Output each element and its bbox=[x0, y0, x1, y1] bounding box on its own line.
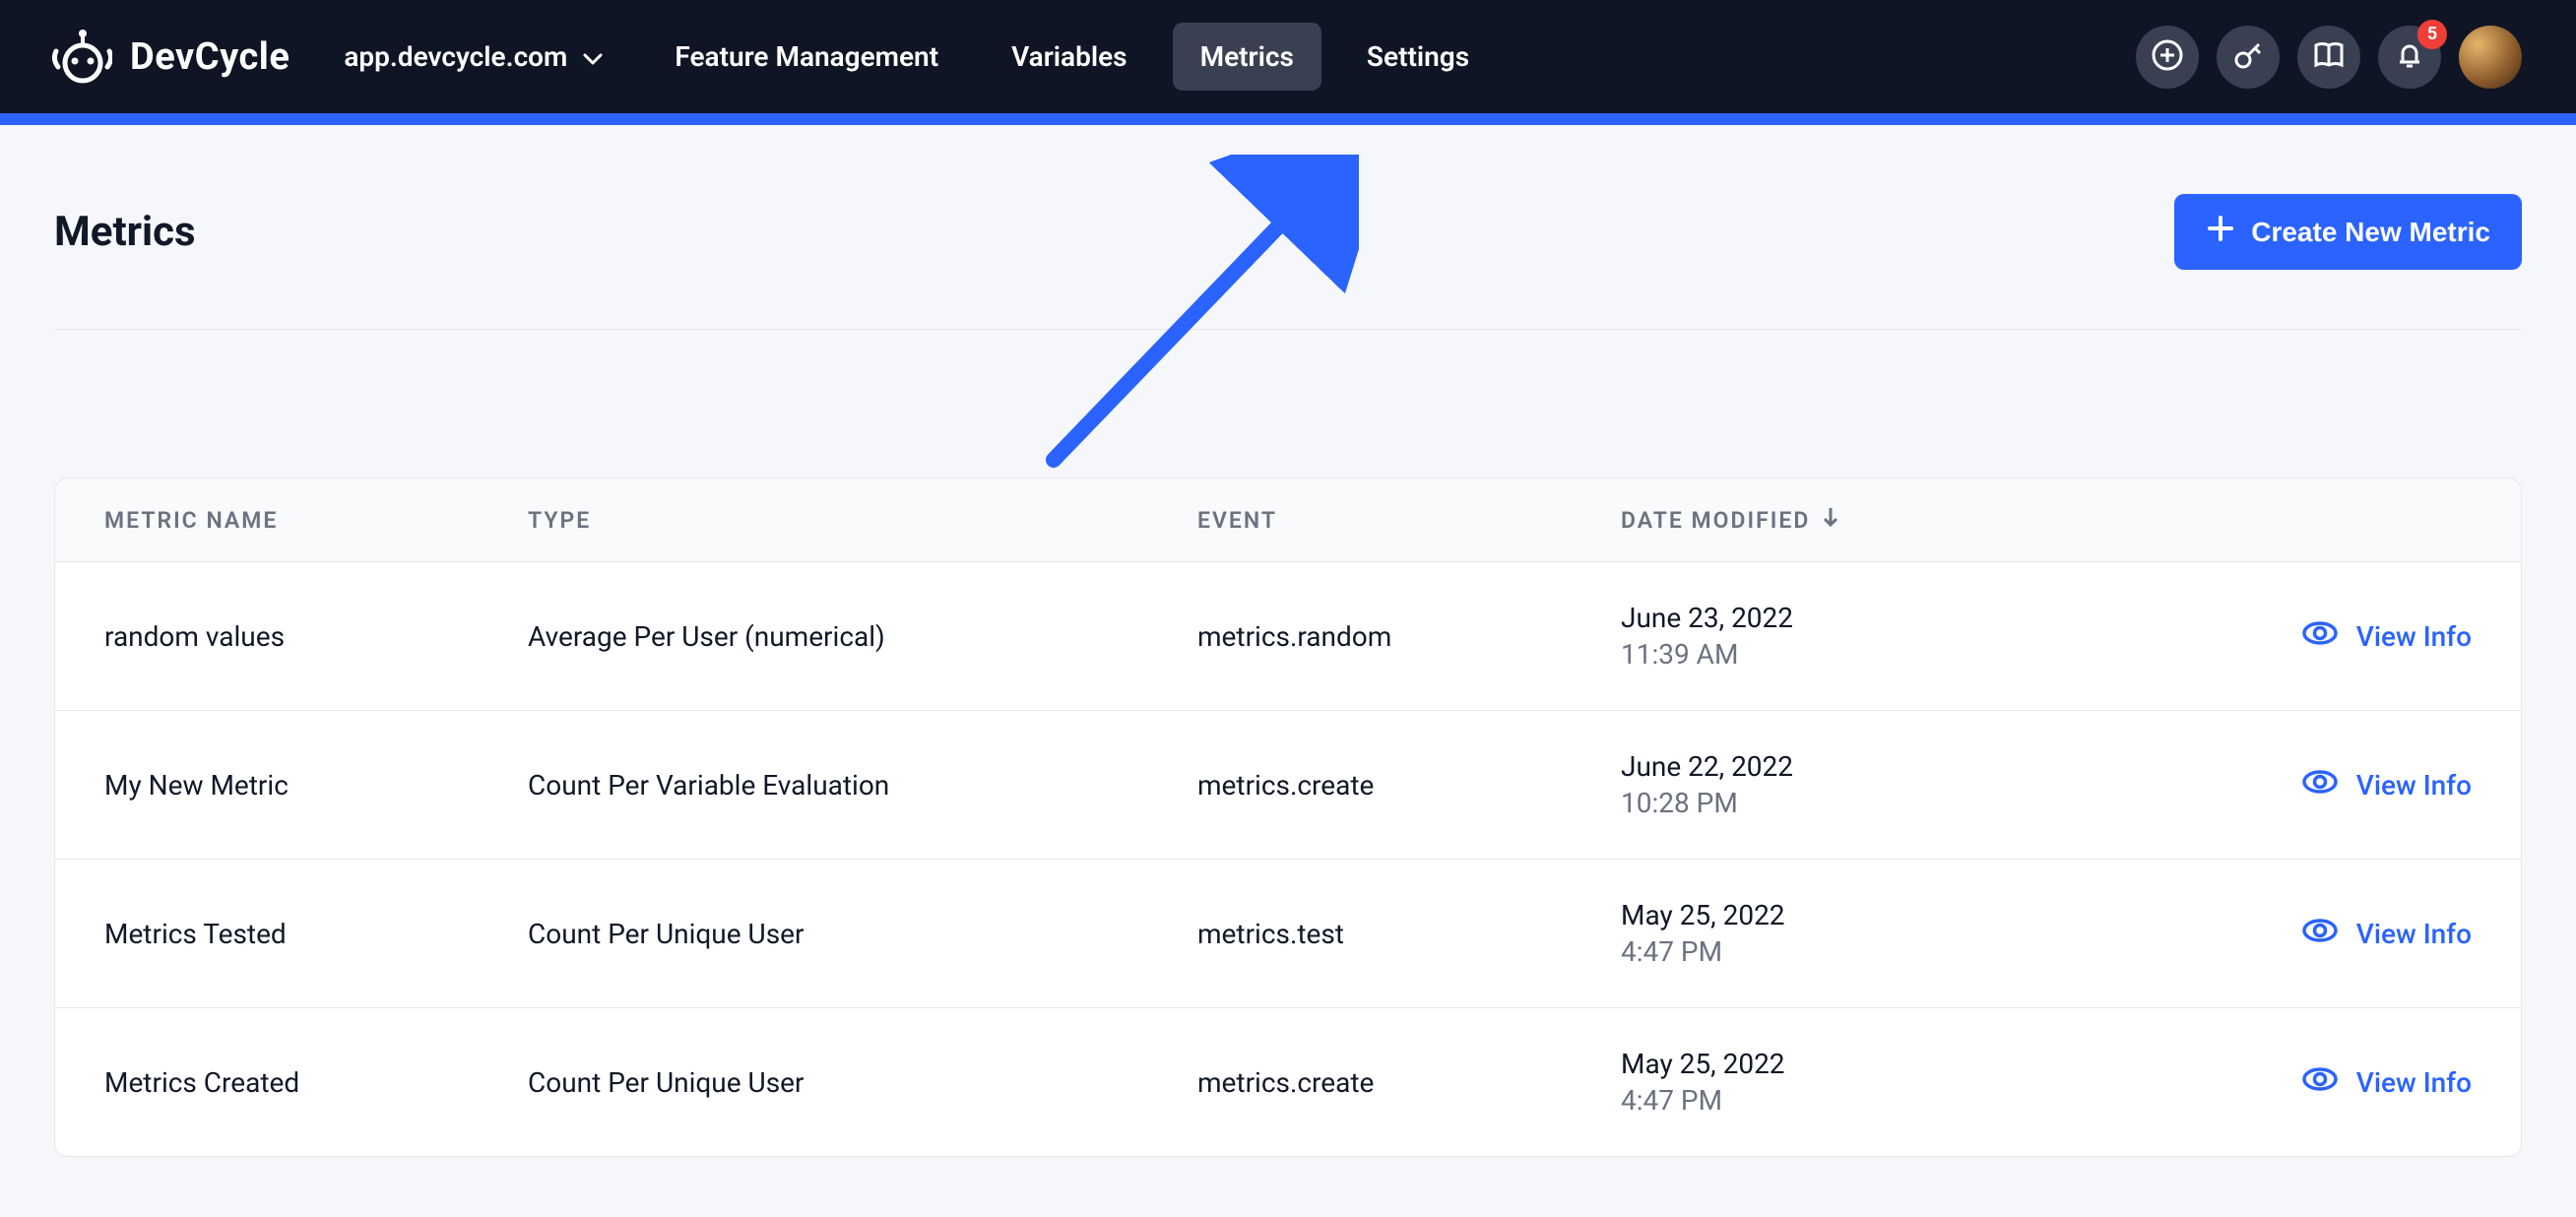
cell-date-value: June 23, 2022 bbox=[1621, 602, 2103, 634]
topbar: DevCycle app.devcycle.com Feature Manage… bbox=[0, 0, 2576, 113]
th-date-label: DATE MODIFIED bbox=[1621, 507, 1810, 534]
plus-icon bbox=[2206, 214, 2235, 250]
eye-icon bbox=[2301, 614, 2339, 659]
cell-date: June 22, 2022 10:28 PM bbox=[1621, 750, 2103, 819]
project-domain-label: app.devcycle.com bbox=[344, 40, 567, 73]
user-avatar[interactable] bbox=[2459, 26, 2522, 89]
logo[interactable]: DevCycle bbox=[49, 30, 290, 85]
nav-settings[interactable]: Settings bbox=[1339, 23, 1497, 91]
notifications-badge: 5 bbox=[2417, 20, 2447, 49]
cell-date-value: May 25, 2022 bbox=[1621, 899, 2103, 931]
cell-metric-name: Metrics Tested bbox=[104, 918, 528, 950]
th-type[interactable]: TYPE bbox=[528, 506, 1197, 534]
table-row: Metrics CreatedCount Per Unique Usermetr… bbox=[55, 1008, 2521, 1156]
cell-time-value: 11:39 AM bbox=[1621, 638, 2103, 671]
cell-metric-name: Metrics Created bbox=[104, 1066, 528, 1099]
cell-type: Count Per Unique User bbox=[528, 1066, 1197, 1099]
create-metric-button[interactable]: Create New Metric bbox=[2174, 194, 2522, 270]
cell-type: Count Per Variable Evaluation bbox=[528, 769, 1197, 801]
view-info-link[interactable]: View Info bbox=[2103, 1060, 2472, 1105]
notifications-button[interactable]: 5 bbox=[2378, 26, 2441, 89]
cell-time-value: 4:47 PM bbox=[1621, 1084, 2103, 1117]
cell-event: metrics.test bbox=[1197, 918, 1621, 950]
cell-date: May 25, 2022 4:47 PM bbox=[1621, 899, 2103, 968]
eye-icon bbox=[2301, 763, 2339, 807]
table-row: My New MetricCount Per Variable Evaluati… bbox=[55, 711, 2521, 860]
view-info-label: View Info bbox=[2356, 769, 2472, 801]
cell-time-value: 10:28 PM bbox=[1621, 787, 2103, 819]
book-icon bbox=[2312, 38, 2346, 76]
cell-date-value: May 25, 2022 bbox=[1621, 1048, 2103, 1080]
view-info-link[interactable]: View Info bbox=[2103, 763, 2472, 807]
view-info-label: View Info bbox=[2356, 620, 2472, 653]
key-icon bbox=[2231, 38, 2265, 76]
cell-event: metrics.random bbox=[1197, 620, 1621, 653]
cell-date-value: June 22, 2022 bbox=[1621, 750, 2103, 783]
accent-stripe bbox=[0, 113, 2576, 125]
table-header-row: METRIC NAME TYPE EVENT DATE MODIFIED bbox=[55, 479, 2521, 562]
cell-metric-name: My New Metric bbox=[104, 769, 528, 801]
chevron-down-icon bbox=[583, 40, 603, 73]
nav-metrics[interactable]: Metrics bbox=[1173, 23, 1321, 91]
view-info-label: View Info bbox=[2356, 918, 2472, 950]
cell-event: metrics.create bbox=[1197, 1066, 1621, 1099]
add-button[interactable] bbox=[2136, 26, 2199, 89]
eye-icon bbox=[2301, 1060, 2339, 1105]
primary-nav: Feature Management Variables Metrics Set… bbox=[647, 23, 1497, 91]
table-row: random valuesAverage Per User (numerical… bbox=[55, 562, 2521, 711]
project-domain-dropdown[interactable]: app.devcycle.com bbox=[344, 40, 603, 73]
devcycle-logo-icon bbox=[49, 30, 112, 85]
cell-type: Count Per Unique User bbox=[528, 918, 1197, 950]
cell-metric-name: random values bbox=[104, 620, 528, 653]
cell-type: Average Per User (numerical) bbox=[528, 620, 1197, 653]
page-title: Metrics bbox=[54, 208, 196, 256]
brand-name: DevCycle bbox=[130, 35, 290, 79]
cell-date: May 25, 2022 4:47 PM bbox=[1621, 1048, 2103, 1117]
view-info-link[interactable]: View Info bbox=[2103, 912, 2472, 956]
th-metric-name[interactable]: METRIC NAME bbox=[104, 506, 528, 534]
page-header: Metrics Create New Metric bbox=[54, 194, 2522, 330]
api-keys-button[interactable] bbox=[2217, 26, 2280, 89]
cell-event: metrics.create bbox=[1197, 769, 1621, 801]
nav-variables[interactable]: Variables bbox=[984, 23, 1154, 91]
th-event[interactable]: EVENT bbox=[1197, 506, 1621, 534]
metrics-table: METRIC NAME TYPE EVENT DATE MODIFIED ran… bbox=[54, 478, 2522, 1157]
docs-button[interactable] bbox=[2297, 26, 2360, 89]
table-row: Metrics TestedCount Per Unique Usermetri… bbox=[55, 860, 2521, 1008]
eye-icon bbox=[2301, 912, 2339, 956]
page-content: Metrics Create New Metric METRIC NAME TY… bbox=[0, 125, 2576, 1157]
topbar-actions: 5 bbox=[2136, 26, 2522, 89]
cell-date: June 23, 2022 11:39 AM bbox=[1621, 602, 2103, 671]
view-info-link[interactable]: View Info bbox=[2103, 614, 2472, 659]
th-actions bbox=[2103, 506, 2472, 534]
view-info-label: View Info bbox=[2356, 1066, 2472, 1099]
th-date-modified[interactable]: DATE MODIFIED bbox=[1621, 506, 2103, 534]
nav-feature-management[interactable]: Feature Management bbox=[647, 23, 966, 91]
create-metric-label: Create New Metric bbox=[2251, 217, 2490, 248]
plus-circle-icon bbox=[2151, 38, 2184, 76]
cell-time-value: 4:47 PM bbox=[1621, 935, 2103, 968]
sort-descending-icon bbox=[1822, 506, 1839, 534]
